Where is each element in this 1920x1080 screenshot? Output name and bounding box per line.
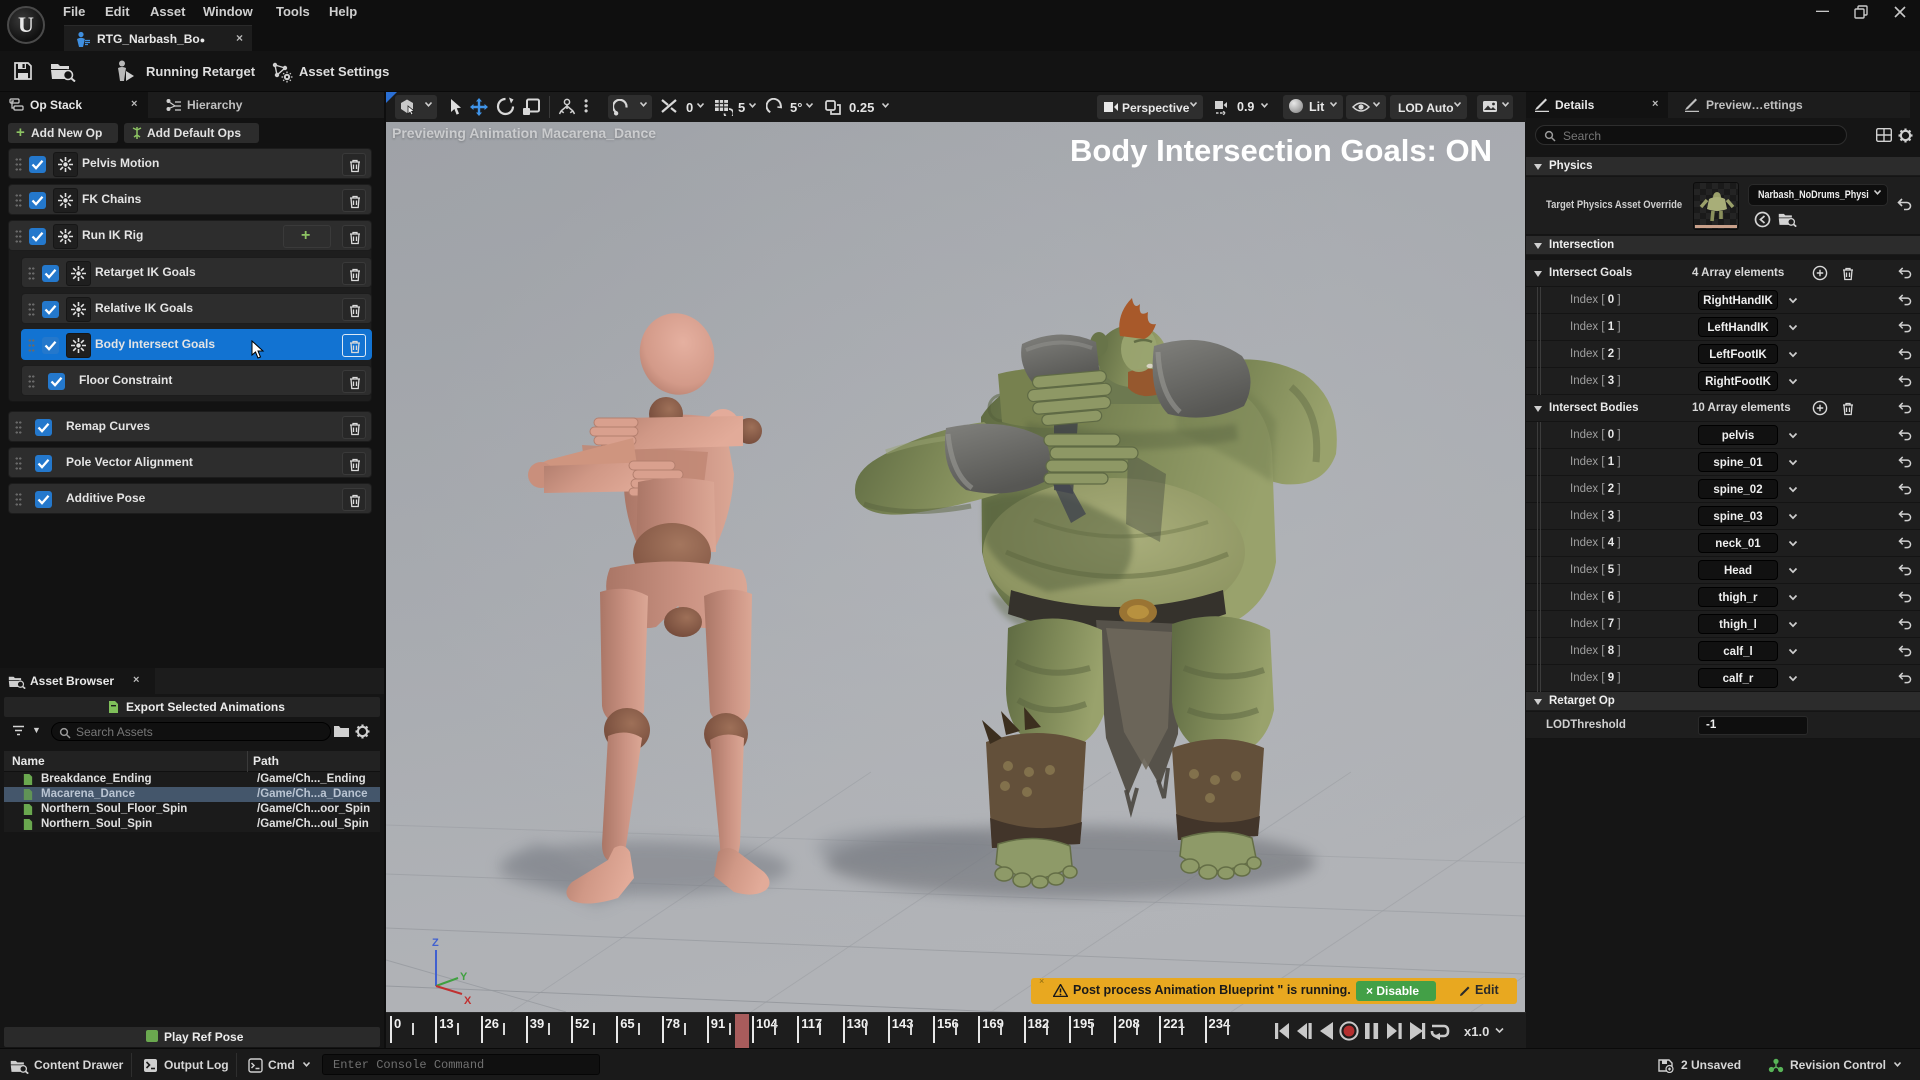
svg-text:Y: Y: [460, 971, 468, 983]
svg-text:x1.0: x1.0: [1464, 1024, 1489, 1039]
svg-text:X: X: [464, 995, 472, 1007]
svg-text:Z: Z: [432, 937, 439, 949]
svg-text:U: U: [18, 12, 34, 37]
